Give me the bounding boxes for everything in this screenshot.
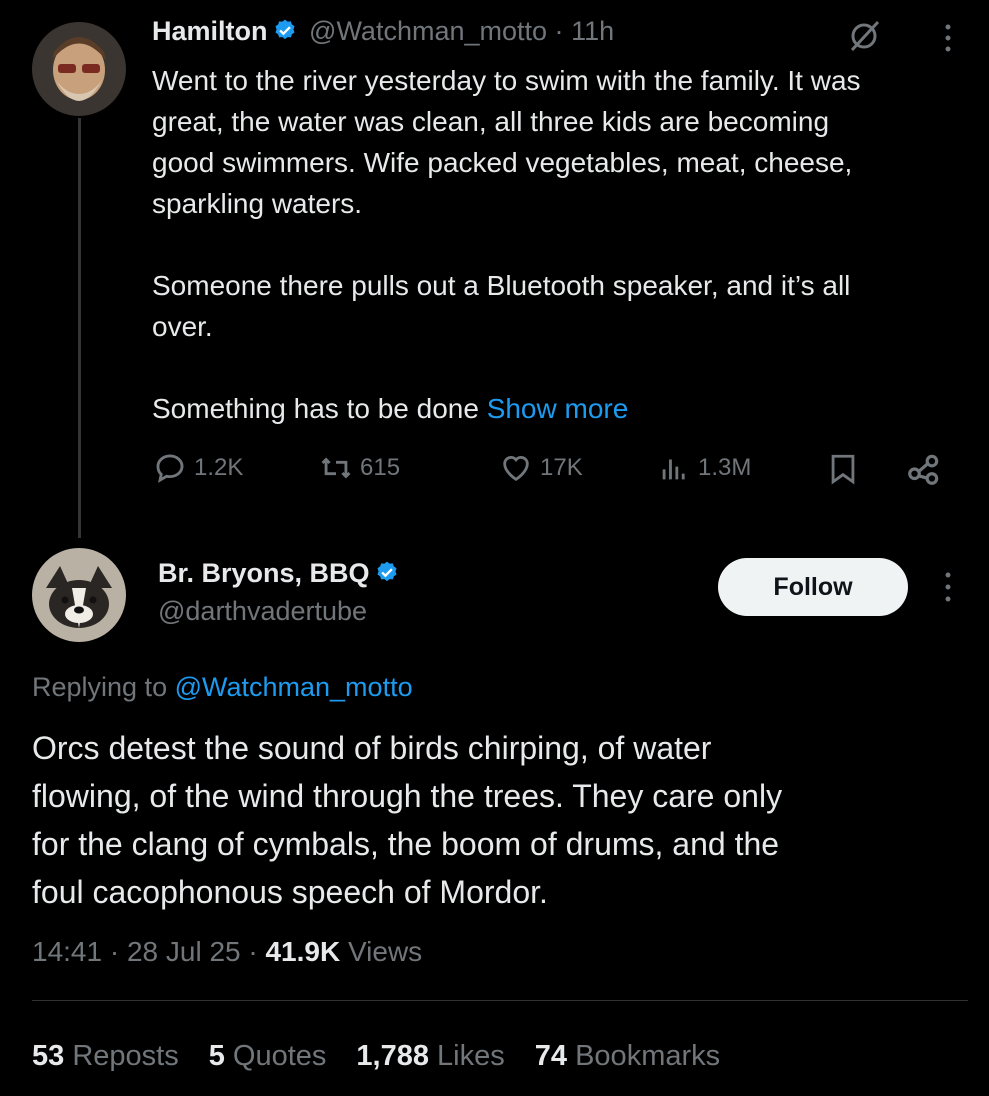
tweet-header: Br. Bryons, BBQ (158, 558, 400, 589)
thread-connector-line (78, 118, 81, 538)
reposts-stat[interactable]: 53 Reposts (32, 1040, 179, 1072)
verified-icon (377, 561, 397, 582)
show-more-link[interactable]: Show more (487, 393, 629, 424)
more-icon[interactable] (938, 22, 958, 59)
follow-button[interactable]: Follow (718, 558, 908, 616)
replying-to: Replying to @Watchman_motto (32, 672, 413, 703)
handle[interactable]: @darthvadertube (158, 596, 367, 627)
bookmarks-stat[interactable]: 74 Bookmarks (535, 1040, 720, 1072)
reply-count: 1.2K (194, 454, 244, 481)
repost-icon (321, 457, 351, 479)
tweet-header: Hamilton @Watchman_motto · 11h (152, 16, 614, 47)
like-icon (503, 456, 529, 482)
more-icon[interactable] (938, 570, 958, 609)
tweet-text: Went to the river yesterday to swim with… (152, 60, 972, 429)
share-icon[interactable] (904, 450, 944, 493)
quotes-stat[interactable]: 5 Quotes (209, 1040, 327, 1072)
engagement-stats: 53 Reposts 5 Quotes 1,788 Likes 74 Bookmark… (32, 1040, 750, 1073)
tweet-body: Orcs detest the sound of birds chirping,… (32, 730, 783, 910)
replying-prefix: Replying to (32, 672, 175, 702)
like-count: 17K (540, 454, 583, 481)
display-name[interactable]: Hamilton (152, 16, 268, 46)
views-label: Views (340, 936, 423, 967)
replying-to-handle[interactable]: @Watchman_motto (175, 672, 413, 702)
time-separator: · (554, 16, 564, 46)
like-button[interactable]: 17K (498, 451, 583, 485)
repost-count: 615 (360, 454, 401, 481)
reply-icon (156, 454, 184, 483)
repost-button[interactable]: 615 (318, 451, 400, 485)
handle[interactable]: @Watchman_motto (309, 16, 547, 46)
divider (32, 1000, 968, 1001)
reply-button[interactable]: 1.2K (152, 451, 243, 485)
views-count: 41.9K (265, 936, 341, 967)
views-count: 1.3M (698, 454, 752, 481)
likes-stat[interactable]: 1,788 Likes (356, 1040, 504, 1072)
display-name[interactable]: Br. Bryons, BBQ (158, 558, 370, 588)
grok-icon[interactable] (846, 18, 882, 59)
views-button[interactable]: 1.3M (656, 451, 751, 485)
tweet-meta: 14:41 · 28 Jul 25 · 41.9K Views (32, 936, 422, 968)
avatar[interactable] (32, 548, 126, 642)
timestamp[interactable]: 14:41 · 28 Jul 25 · (32, 936, 265, 967)
bookmark-icon[interactable] (826, 451, 860, 492)
tweet-body: Went to the river yesterday to swim with… (152, 65, 861, 424)
timestamp[interactable]: 11h (571, 16, 614, 46)
views-icon (662, 459, 685, 480)
verified-icon (274, 19, 295, 40)
avatar[interactable] (32, 22, 126, 116)
